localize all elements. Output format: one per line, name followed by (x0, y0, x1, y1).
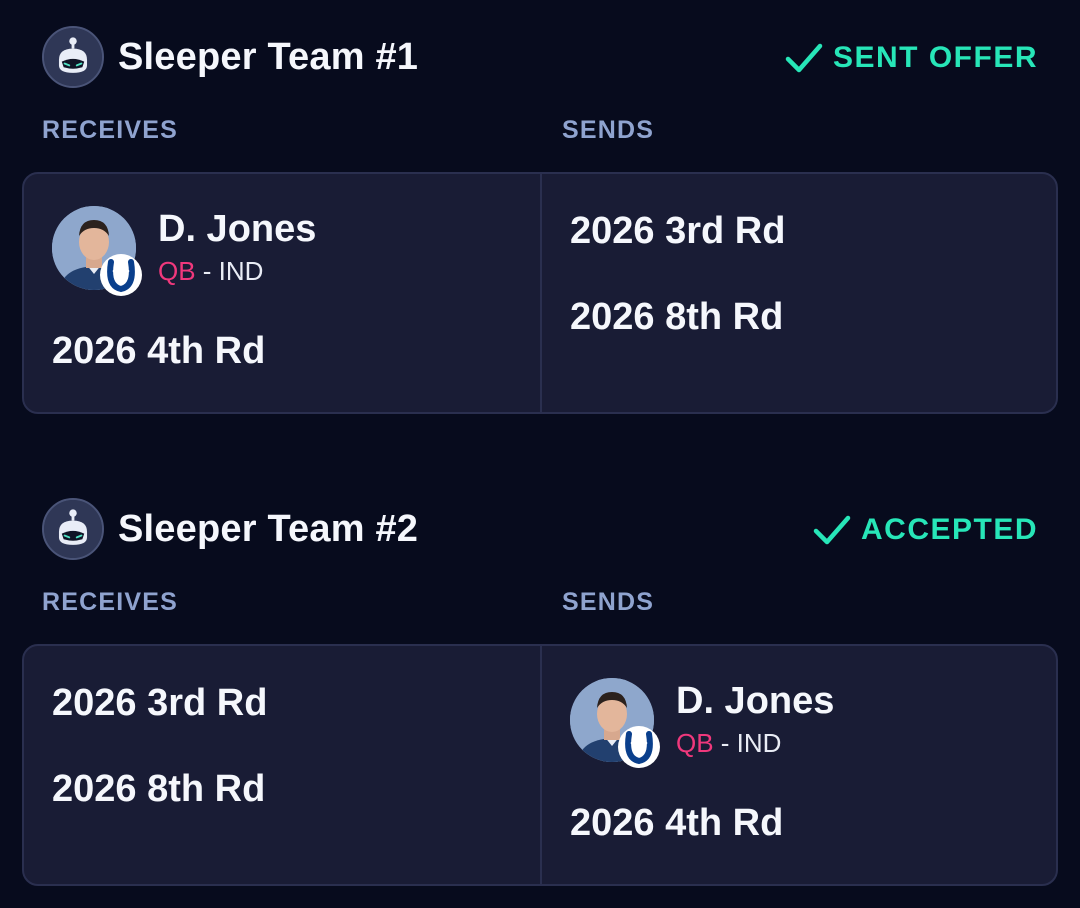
status-text: SENT OFFER (832, 41, 1038, 74)
draft-pick: 2026 3rd Rd (570, 210, 786, 252)
sends-column: 2026 3rd Rd 2026 8th Rd (542, 174, 1056, 412)
draft-pick: 2026 8th Rd (570, 296, 784, 338)
check-icon (813, 515, 851, 545)
team-header[interactable]: Sleeper Team #1 SENT OFFER (42, 26, 1038, 90)
draft-pick: 2026 3rd Rd (52, 682, 268, 724)
draft-pick: 2026 8th Rd (52, 768, 266, 810)
status-text: ACCEPTED (860, 513, 1038, 546)
receives-label: RECEIVES (42, 588, 179, 616)
receives-column: D. Jones QB - IND 2026 4th Rd (24, 174, 540, 412)
sends-label: SENDS (562, 588, 655, 616)
sends-column: D. Jones QB - IND 2026 4th Rd (542, 646, 1056, 884)
check-icon (785, 43, 823, 73)
colts-horseshoe-logo-icon (100, 254, 142, 296)
player-position-team: QB - IND (676, 728, 781, 759)
colts-horseshoe-logo-icon (618, 726, 660, 768)
receives-label: RECEIVES (42, 116, 179, 144)
sends-label: SENDS (562, 116, 655, 144)
team-name: Sleeper Team #2 (118, 508, 419, 550)
player-row[interactable]: D. Jones QB - IND (570, 678, 1030, 768)
team-name: Sleeper Team #1 (118, 36, 419, 78)
team-header[interactable]: Sleeper Team #2 ACCEPTED (42, 498, 1038, 562)
player-position-team: QB - IND (158, 256, 263, 287)
status-badge: SENT OFFER (785, 40, 1038, 76)
sleeper-robot-avatar-icon (42, 498, 104, 560)
player-row[interactable]: D. Jones QB - IND (52, 206, 512, 296)
trade-card: D. Jones QB - IND 2026 4th Rd 2026 3rd R… (22, 172, 1058, 414)
draft-pick: 2026 4th Rd (52, 330, 266, 372)
player-name: D. Jones (676, 680, 835, 722)
status-badge: ACCEPTED (813, 512, 1038, 548)
player-position: QB (158, 256, 196, 286)
draft-pick: 2026 4th Rd (570, 802, 784, 844)
receives-column: 2026 3rd Rd 2026 8th Rd (24, 646, 540, 884)
player-team: - IND (195, 256, 264, 286)
player-position: QB (676, 728, 714, 758)
player-name: D. Jones (158, 208, 317, 250)
player-team: - IND (713, 728, 782, 758)
trade-card: 2026 3rd Rd 2026 8th Rd D. Jones QB - IN… (22, 644, 1058, 886)
sleeper-robot-avatar-icon (42, 26, 104, 88)
